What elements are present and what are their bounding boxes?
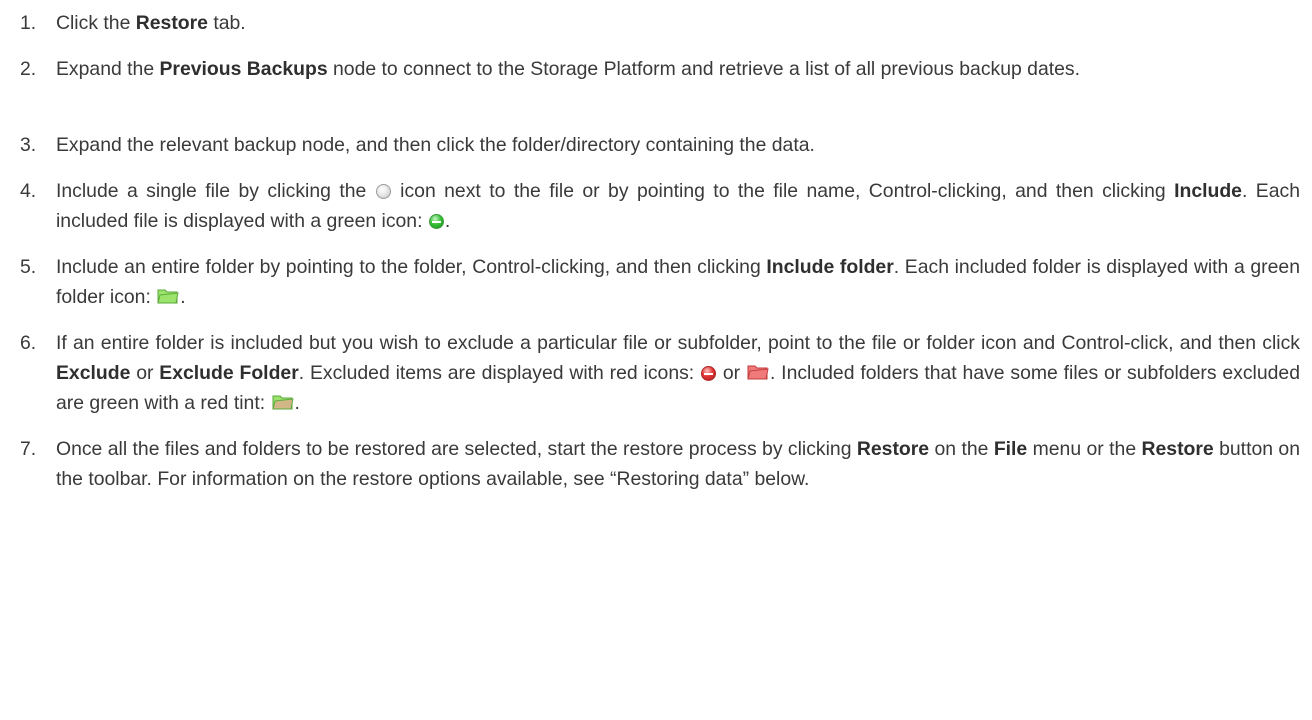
step-number: 6.	[20, 332, 37, 354]
ui-term: Previous Backups	[159, 58, 328, 80]
step-text: on the	[929, 438, 994, 460]
step-text: Once all the files and folders to be res…	[56, 438, 857, 460]
ui-term: Include folder	[766, 256, 894, 278]
step-number: 1.	[20, 12, 37, 34]
step-item: 7. Once all the files and folders to be r…	[20, 434, 1300, 494]
step-text: Include an entire folder by pointing to …	[56, 256, 767, 278]
step-number: 7.	[20, 438, 37, 460]
step-text: menu or the	[1027, 438, 1142, 460]
step-text: . Excluded items are displayed with red …	[298, 362, 701, 384]
step-item: 4. Include a single file by clicking the …	[20, 176, 1300, 236]
red-folder-icon	[747, 363, 769, 381]
step-number: 5.	[20, 256, 37, 278]
step-text: or	[717, 362, 746, 384]
green-folder-icon	[157, 287, 179, 305]
ui-term: Exclude Folder	[159, 362, 299, 384]
step-text: Expand the relevant backup node, and the…	[56, 134, 815, 156]
step-text: .	[444, 210, 451, 232]
step-text: Include a single file by clicking the	[56, 180, 375, 202]
step-text: icon next to the file or by pointing to …	[391, 180, 1175, 202]
step-number: 3.	[20, 134, 37, 156]
step-item: 1. Click the Restore tab.	[20, 8, 1300, 38]
step-text: or	[130, 362, 160, 384]
green-red-folder-icon	[271, 393, 294, 411]
step-number: 2.	[20, 58, 37, 80]
step-text: node to connect to the Storage Platform …	[327, 58, 1080, 80]
step-text: Expand the	[56, 58, 160, 80]
ui-term: Include	[1174, 180, 1242, 202]
ui-term: Restore	[1141, 438, 1214, 460]
step-number: 4.	[20, 180, 37, 202]
green-circle-icon	[428, 214, 444, 229]
ui-term: File	[993, 438, 1028, 460]
step-text: .	[180, 286, 186, 308]
empty-circle-icon	[375, 184, 391, 199]
step-item: 2. Expand the Previous Backups node to co…	[20, 54, 1300, 84]
step-item: 5. Include an entire folder by pointing t…	[20, 252, 1300, 312]
step-text: tab.	[207, 12, 246, 34]
step-item: 6. If an entire folder is included but yo…	[20, 328, 1300, 418]
step-text: Click the	[56, 12, 136, 34]
red-circle-icon	[701, 366, 717, 381]
step-item: 3. Expand the relevant backup node, and t…	[20, 130, 1300, 160]
ui-term: Restore	[856, 438, 930, 460]
document-page: 1. Click the Restore tab. 2. Expand the Pre…	[0, 0, 1312, 720]
step-text: .	[294, 392, 300, 414]
ui-term: Restore	[135, 12, 208, 34]
ui-term: Exclude	[56, 362, 131, 384]
step-text: If an entire folder is included but you …	[56, 332, 1300, 354]
